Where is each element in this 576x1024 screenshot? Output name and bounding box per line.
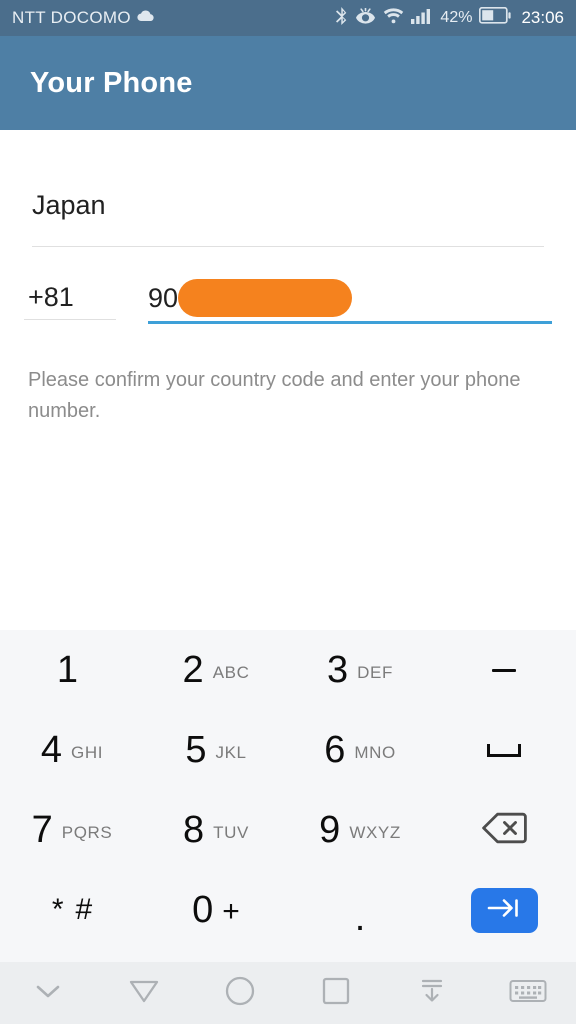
home-button[interactable] (192, 975, 288, 1012)
country-input[interactable]: Japan (32, 186, 544, 224)
backspace-key[interactable] (432, 790, 576, 870)
collapse-keyboard-button[interactable] (384, 976, 480, 1011)
navigation-bar (0, 962, 576, 1024)
country-code-field[interactable]: +81 (24, 275, 120, 320)
key-letters: PQRS (61, 823, 113, 842)
recents-button[interactable] (288, 976, 384, 1011)
country-field[interactable]: Japan (32, 186, 544, 247)
enter-key[interactable] (432, 870, 576, 950)
status-bar: NTT DOCOMO 42% 23:06 (0, 0, 576, 36)
key-digit: 5 (185, 729, 207, 771)
key-letters: MNO (354, 743, 396, 762)
keyboard-switch-icon (509, 978, 547, 1009)
country-code-input[interactable]: +81 (24, 275, 120, 319)
phone-number-prefix: 90 (148, 283, 179, 313)
hide-keyboard-chevron[interactable] (0, 981, 96, 1006)
key-letters: TUV (213, 823, 249, 842)
carrier-name: NTT DOCOMO (12, 8, 131, 27)
key-digit: 9 (319, 809, 341, 851)
dash-icon (492, 668, 516, 672)
key-digit: 2 (182, 649, 204, 691)
triangle-back-icon (128, 977, 160, 1010)
square-recents-icon (321, 976, 351, 1011)
key-star-hash[interactable]: * # (0, 870, 144, 950)
key-letters: GHI (71, 743, 104, 762)
clock-label: 23:06 (521, 8, 564, 27)
phone-number-field[interactable]: 90 (148, 275, 552, 324)
space-bar-icon (487, 743, 521, 757)
signal-bars-icon (411, 8, 433, 29)
key-digit: 0 (192, 889, 214, 931)
enter-key-button[interactable] (470, 887, 538, 933)
country-code-underline (24, 319, 116, 320)
key-plus: + (222, 895, 240, 928)
key-letters: DEF (357, 663, 393, 682)
country-underline (32, 246, 544, 247)
form-content: Japan +81 90 Please confirm your country… (0, 130, 576, 736)
wifi-icon (383, 7, 404, 29)
keypad-row: 7 PQRS 8 TUV 9 WXYZ (0, 790, 576, 870)
key-star: * (51, 893, 64, 926)
key-digit: 1 (56, 649, 79, 691)
keypad-row: 1 2 ABC 3 DEF (0, 630, 576, 710)
key-6[interactable]: 6 MNO (288, 710, 432, 790)
phone-screen: NTT DOCOMO 42% 23:06 Your Phone Japan +8… (0, 0, 576, 1024)
key-letters: JKL (215, 743, 247, 762)
key-7[interactable]: 7 PQRS (0, 790, 144, 870)
keyboard-switch-button[interactable] (480, 978, 576, 1009)
key-digit: 4 (40, 729, 63, 771)
battery-percent-label: 42% (440, 9, 473, 26)
keypad-row: * # 0 + . (0, 870, 576, 950)
key-0[interactable]: 0 + (144, 870, 288, 950)
key-8[interactable]: 8 TUV (144, 790, 288, 870)
app-bar: Your Phone (0, 36, 576, 130)
back-button[interactable] (96, 977, 192, 1010)
phone-row: +81 90 (24, 275, 552, 335)
helper-text: Please confirm your country code and ent… (28, 369, 521, 422)
numeric-keypad: 1 2 ABC 3 DEF 4 GHI 5 JKL 6 MNO 7 PQRS 8… (0, 630, 576, 962)
bluetooth-icon (335, 6, 348, 30)
key-4[interactable]: 4 GHI (0, 710, 144, 790)
page-title: Your Phone (30, 66, 193, 99)
key-3[interactable]: 3 DEF (288, 630, 432, 710)
keypad-row: 4 GHI 5 JKL 6 MNO (0, 710, 576, 790)
phone-number-input[interactable]: 90 (148, 275, 552, 321)
phone-number-underline (148, 321, 552, 324)
key-letters: WXYZ (349, 823, 401, 842)
key-digit: . (354, 896, 366, 939)
key-digit: 7 (31, 809, 53, 851)
key-letters: ABC (212, 663, 250, 682)
key-5[interactable]: 5 JKL (144, 710, 288, 790)
key-2[interactable]: 2 ABC (144, 630, 288, 710)
key-digit: 3 (327, 649, 349, 691)
tab-arrow-icon (486, 897, 522, 924)
carrier-label: NTT DOCOMO (12, 8, 155, 28)
key-digit: 8 (183, 809, 205, 851)
backspace-icon (481, 811, 527, 850)
key-9[interactable]: 9 WXYZ (288, 790, 432, 870)
key-1[interactable]: 1 (0, 630, 144, 710)
space-key[interactable] (432, 710, 576, 790)
redaction-bar (178, 279, 353, 317)
key-digit: 6 (324, 729, 346, 771)
circle-home-icon (224, 975, 256, 1012)
collapse-keyboard-icon (417, 976, 447, 1011)
key-dot[interactable]: . (288, 870, 432, 950)
battery-icon (479, 6, 512, 29)
cloud-icon (137, 9, 155, 27)
status-icons: 42% 23:06 (335, 6, 564, 30)
eye-comfort-icon (355, 6, 376, 29)
chevron-down-icon (33, 981, 63, 1006)
dash-key[interactable] (432, 630, 576, 710)
key-hash: # (75, 893, 93, 926)
star-hash-label: * # (52, 895, 92, 925)
